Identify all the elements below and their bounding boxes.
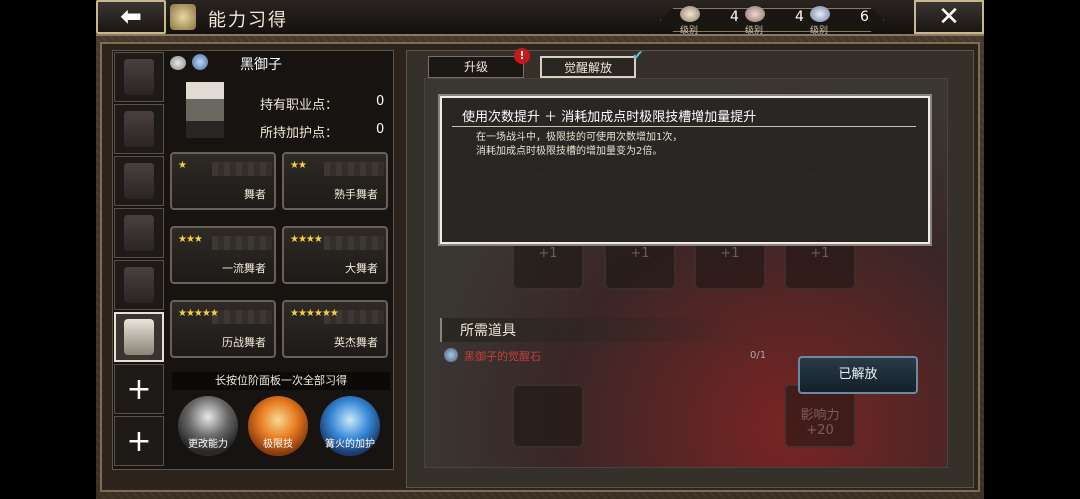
job-name: 熟手舞者 xyxy=(334,188,378,201)
node-stat[interactable] xyxy=(512,384,584,448)
ability-icon xyxy=(170,4,196,30)
rank-stars: ★★★★★ xyxy=(178,308,219,319)
character-name: 黑御子 xyxy=(240,57,282,73)
resource-label: 级别 xyxy=(680,26,699,36)
plus-icon: + xyxy=(126,423,152,459)
character-tab-selected[interactable] xyxy=(114,312,164,362)
back-arrow-icon: ⬅ xyxy=(120,2,142,32)
portrait-icon xyxy=(124,319,154,355)
tab-upgrade[interactable]: 升级 xyxy=(428,56,524,78)
character-tab[interactable] xyxy=(114,104,164,154)
job-points-value: 0 xyxy=(376,94,385,109)
hint-text: 长按位阶面板一次全部习得 xyxy=(172,372,390,390)
unlocked-button[interactable]: 已解放 xyxy=(798,356,918,394)
character-tabs: + + xyxy=(112,50,166,470)
rank-stars: ★★★★★★ xyxy=(290,308,339,319)
portrait-icon xyxy=(124,215,154,251)
crest-white-icon xyxy=(680,6,700,22)
protect-points-label: 所持加护点： xyxy=(260,126,339,141)
add-character-tab[interactable]: + xyxy=(114,416,164,466)
job-name: 一流舞者 xyxy=(222,262,266,275)
portrait-icon xyxy=(124,59,154,95)
resource-2: 级别 4 xyxy=(745,6,804,36)
tooltip-description: 在一场战斗中，极限技的可使用次数增加1次， xyxy=(476,132,683,143)
rank-stars: ★ xyxy=(178,160,187,171)
resource-label: 级别 xyxy=(810,26,829,36)
protect-points-value: 0 xyxy=(376,122,385,137)
element-icon xyxy=(170,56,186,70)
add-character-tab[interactable]: + xyxy=(114,364,164,414)
job-card[interactable]: ★★★ 一流舞者 xyxy=(170,226,276,284)
crest-red-icon xyxy=(745,6,765,22)
resource-1: 级别 4 xyxy=(680,6,739,36)
resource-label: 级别 xyxy=(745,26,764,36)
close-button[interactable]: ✕ xyxy=(914,0,984,34)
rank-stars: ★★★★ xyxy=(290,234,323,245)
change-ability-button[interactable]: 更改能力 xyxy=(178,396,238,456)
check-icon: ✔ xyxy=(632,48,644,64)
resource-value: 4 xyxy=(730,9,739,25)
back-button[interactable]: ⬅ xyxy=(96,0,166,34)
job-name: 大舞者 xyxy=(345,262,378,275)
plus-icon: + xyxy=(126,371,152,407)
rank-stars: ★★ xyxy=(290,160,307,171)
job-name: 舞者 xyxy=(244,188,266,201)
job-card[interactable]: ★★★★★★ 英杰舞者 xyxy=(282,300,388,358)
job-points-label: 持有职业点： xyxy=(260,98,339,113)
skill-tooltip: 使用次数提升 ＋ 消耗加成点时极限技槽增加量提升 在一场战斗中，极限技的可使用次… xyxy=(440,96,930,244)
job-card[interactable]: ★ 舞者 xyxy=(170,152,276,210)
portrait-icon xyxy=(124,163,154,199)
job-name: 历战舞者 xyxy=(222,336,266,349)
character-tab[interactable] xyxy=(114,52,164,102)
job-name: 英杰舞者 xyxy=(334,336,378,349)
job-card[interactable]: ★★ 熟手舞者 xyxy=(282,152,388,210)
rank-stars: ★★★ xyxy=(178,234,203,245)
tab-awaken[interactable]: 觉醒解放 xyxy=(540,56,636,78)
character-tab[interactable] xyxy=(114,208,164,258)
awakening-stone-icon xyxy=(444,348,458,362)
tooltip-title: 使用次数提升 ＋ 消耗加成点时极限技槽增加量提升 xyxy=(462,110,757,125)
resource-value: 6 xyxy=(860,9,869,25)
crest-blue-icon xyxy=(810,6,830,22)
bonfire-blessing-button[interactable]: 篝火的加护 xyxy=(320,396,380,456)
required-item-name: 黑御子的觉醒石 xyxy=(464,350,541,363)
page-title: 能力习得 xyxy=(208,10,288,31)
job-card[interactable]: ★★★★ 大舞者 xyxy=(282,226,388,284)
close-icon: ✕ xyxy=(938,2,960,32)
alert-icon: ! xyxy=(514,48,530,64)
divider xyxy=(452,126,916,127)
resource-3: 级别 6 xyxy=(810,6,869,36)
character-sprite xyxy=(186,82,224,138)
limit-break-button[interactable]: 极限技 xyxy=(248,396,308,456)
resource-value: 4 xyxy=(795,9,804,25)
character-tab[interactable] xyxy=(114,156,164,206)
required-item-count: 0/1 xyxy=(750,350,767,361)
character-tab[interactable] xyxy=(114,260,164,310)
portrait-icon xyxy=(124,111,154,147)
required-items-title: 所需道具 xyxy=(460,323,516,339)
class-icon xyxy=(192,54,208,70)
tooltip-description: 消耗加成点时极限技槽的增加量变为2倍。 xyxy=(476,146,663,157)
portrait-icon xyxy=(124,267,154,303)
job-card[interactable]: ★★★★★ 历战舞者 xyxy=(170,300,276,358)
